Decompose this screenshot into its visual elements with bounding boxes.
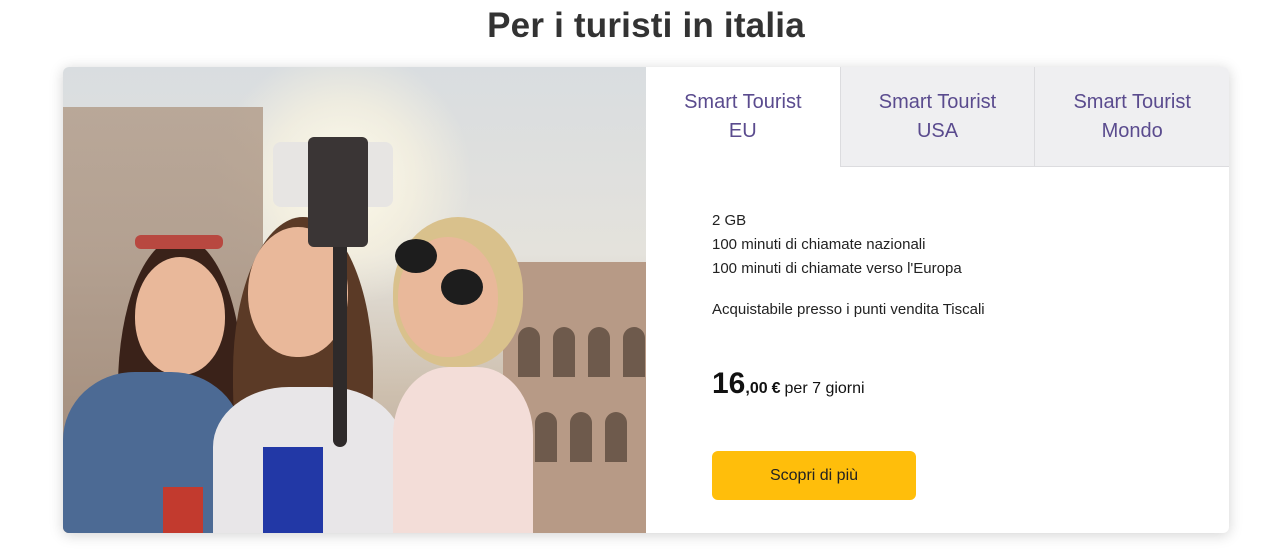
tab-label-line1: Smart Tourist bbox=[684, 91, 802, 113]
price: 16,00 € per 7 giorni bbox=[712, 367, 865, 401]
tab-label-line1: Smart Tourist bbox=[1073, 90, 1191, 113]
tab-label-line1: Smart Tourist bbox=[878, 90, 997, 113]
tab-label-line2: Mondo bbox=[1101, 119, 1163, 142]
plan-tabs: Smart Tourist EU Smart Tourist USA Smart… bbox=[646, 67, 1229, 167]
price-decimal: ,00 bbox=[745, 380, 768, 397]
price-currency: € bbox=[771, 380, 781, 397]
tab-label-line2: EU bbox=[728, 120, 757, 142]
tab-smart-tourist-eu[interactable]: Smart Tourist EU bbox=[646, 67, 840, 167]
offer-card: Smart Tourist EU Smart Tourist USA Smart… bbox=[63, 67, 1229, 533]
tab-label-line2: USA bbox=[916, 119, 959, 142]
discover-more-button[interactable]: Scopri di più bbox=[712, 451, 916, 500]
feature-national-minutes: 100 minuti di chiamate nazionali bbox=[712, 236, 926, 253]
tab-panel-eu: 2 GB 100 minuti di chiamate nazionali 10… bbox=[646, 167, 1229, 533]
price-integer: 16 bbox=[712, 367, 746, 400]
hero-image bbox=[63, 67, 646, 533]
price-period: per 7 giorni bbox=[784, 380, 865, 397]
feature-list: 2 GB 100 minuti di chiamate nazionali 10… bbox=[712, 209, 962, 281]
availability-note: Acquistabile presso i punti vendita Tisc… bbox=[712, 301, 985, 318]
feature-data: 2 GB bbox=[712, 212, 747, 229]
tab-smart-tourist-mondo[interactable]: Smart Tourist Mondo bbox=[1034, 67, 1229, 167]
tab-smart-tourist-usa[interactable]: Smart Tourist USA bbox=[839, 67, 1035, 167]
page-title: Per i turisti in italia bbox=[487, 6, 805, 45]
feature-europe-minutes: 100 minuti di chiamate verso l'Europa bbox=[712, 260, 962, 277]
